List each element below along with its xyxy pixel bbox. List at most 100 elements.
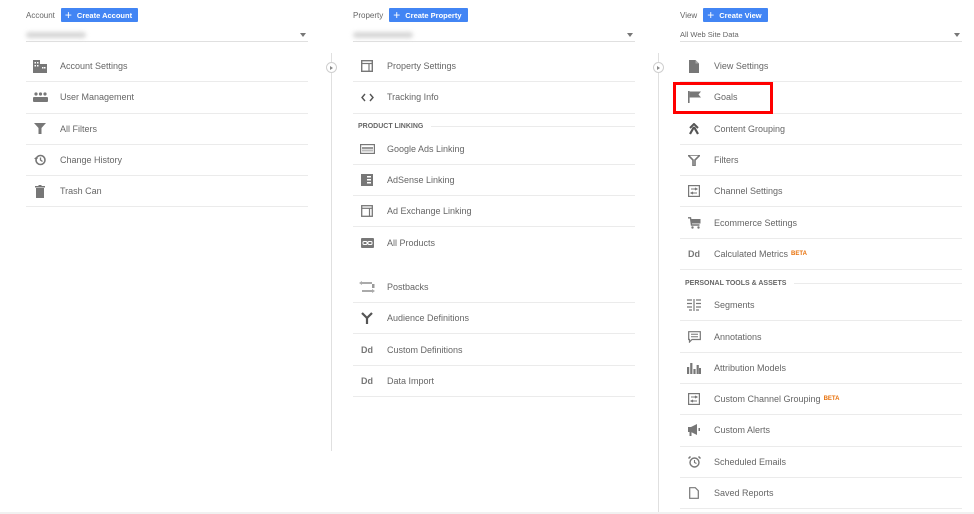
ad-exchange-icon (359, 204, 375, 218)
account-settings-label: Account Settings (60, 61, 128, 72)
postbacks-icon (359, 280, 375, 294)
channel-settings-item[interactable]: Channel Settings (680, 176, 962, 208)
audience-definitions-item[interactable]: Audience Definitions (353, 303, 635, 335)
property-settings-label: Property Settings (387, 61, 457, 72)
user-management-label: User Management (60, 92, 135, 103)
view-selected-value: All Web Site Data (680, 30, 739, 39)
file-icon (686, 486, 702, 500)
ads-icon (359, 142, 375, 156)
beta-badge: BETA (791, 250, 807, 257)
custom-definitions-item[interactable]: Dd Custom Definitions (353, 334, 635, 366)
dd-icon: Dd (361, 375, 373, 386)
goals-label: Goals (714, 92, 738, 103)
filters-label: Filters (714, 155, 739, 166)
google-ads-linking-label: Google Ads Linking (387, 143, 465, 154)
segments-label: Segments (714, 300, 755, 311)
dd-icon: Dd (688, 248, 700, 259)
channel-settings-label: Channel Settings (714, 186, 783, 197)
ad-exchange-linking-item[interactable]: Ad Exchange Linking (353, 196, 635, 228)
saved-reports-item[interactable]: Saved Reports (680, 478, 962, 510)
view-header: View + Create View (680, 0, 962, 30)
user-management-item[interactable]: User Management (26, 82, 308, 114)
create-property-button[interactable]: + Create Property (389, 8, 468, 22)
dd-icon: Dd (361, 344, 373, 355)
custom-channel-grouping-item[interactable]: Custom Channel Grouping BETA (680, 384, 962, 416)
chevron-down-icon (954, 32, 960, 37)
create-account-button[interactable]: + Create Account (60, 8, 139, 22)
flag-icon (686, 90, 702, 104)
all-products-item[interactable]: All Products (353, 227, 635, 258)
ecommerce-settings-item[interactable]: Ecommerce Settings (680, 207, 962, 239)
saved-reports-label: Saved Reports (714, 488, 774, 498)
data-import-item[interactable]: Dd Data Import (353, 366, 635, 397)
code-icon (359, 90, 375, 104)
bar-chart-icon (686, 361, 702, 375)
annotation-icon (686, 330, 702, 344)
product-linking-heading: PRODUCT LINKING (353, 120, 635, 134)
view-selector[interactable]: All Web Site Data (680, 28, 962, 42)
calculated-metrics-label: Calculated Metrics (714, 248, 789, 259)
plus-icon: + (64, 8, 72, 22)
property-header: Property + Create Property (353, 0, 635, 30)
account-settings-item[interactable]: Account Settings (26, 51, 308, 83)
property-label: Property (353, 10, 384, 20)
adsense-linking-item[interactable]: AdSense Linking (353, 165, 635, 197)
change-history-item[interactable]: Change History (26, 145, 308, 177)
audience-definitions-label: Audience Definitions (387, 313, 470, 324)
building-icon (32, 59, 48, 73)
adsense-icon (359, 173, 375, 187)
google-ads-linking-item[interactable]: Google Ads Linking (353, 134, 635, 165)
trash-can-label: Trash Can (60, 186, 102, 197)
all-filters-item[interactable]: All Filters (26, 114, 308, 145)
property-selected-value-redacted (353, 31, 413, 38)
cart-icon (686, 216, 702, 230)
data-import-label: Data Import (387, 375, 435, 386)
ad-exchange-linking-label: Ad Exchange Linking (387, 206, 472, 217)
annotations-label: Annotations (714, 331, 762, 342)
filters-item[interactable]: Filters (680, 145, 962, 177)
property-column: Property + Create Property Property Setti… (353, 0, 635, 397)
account-selector[interactable] (26, 28, 308, 42)
content-grouping-item[interactable]: Content Grouping (680, 114, 962, 145)
segments-item[interactable]: Segments (680, 290, 962, 322)
annotations-item[interactable]: Annotations (680, 321, 962, 353)
scheduled-emails-label: Scheduled Emails (714, 456, 787, 467)
calculated-metrics-item[interactable]: Dd Calculated Metrics BETA (680, 239, 962, 271)
goals-item[interactable]: Goals (680, 82, 962, 114)
view-settings-item[interactable]: View Settings (680, 51, 962, 83)
chevron-down-icon (300, 32, 306, 37)
adsense-linking-label: AdSense Linking (387, 175, 455, 186)
custom-definitions-label: Custom Definitions (387, 344, 463, 355)
tracking-info-item[interactable]: Tracking Info (353, 82, 635, 114)
filter-icon (32, 122, 48, 136)
all-products-label: All Products (387, 238, 436, 249)
segments-icon (686, 298, 702, 312)
scheduled-emails-item[interactable]: Scheduled Emails (680, 447, 962, 478)
postbacks-label: Postbacks (387, 281, 429, 292)
personal-tools-heading: PERSONAL TOOLS & ASSETS (680, 276, 962, 290)
document-icon (686, 59, 702, 73)
account-header: Account + Create Account (26, 0, 308, 30)
property-selector[interactable] (353, 28, 635, 42)
account-selected-value-redacted (26, 31, 86, 38)
custom-alerts-item[interactable]: Custom Alerts (680, 415, 962, 447)
ecommerce-settings-label: Ecommerce Settings (714, 217, 798, 228)
channel-icon (686, 392, 702, 406)
filter-icon (686, 153, 702, 167)
property-connector-arrow-icon (326, 62, 337, 73)
megaphone-icon (686, 423, 702, 437)
content-grouping-icon (686, 122, 702, 136)
trash-icon (32, 184, 48, 198)
property-settings-item[interactable]: Property Settings (353, 51, 635, 83)
attribution-models-item[interactable]: Attribution Models (680, 353, 962, 384)
window-icon (359, 59, 375, 73)
postbacks-item[interactable]: Postbacks (353, 272, 635, 304)
plus-icon: + (707, 8, 715, 22)
beta-badge: BETA (823, 396, 840, 403)
trash-can-item[interactable]: Trash Can (26, 176, 308, 208)
audience-icon (359, 311, 375, 325)
view-connector-line (658, 53, 659, 514)
people-icon (32, 90, 48, 104)
view-label: View (680, 10, 698, 20)
create-view-button[interactable]: + Create View (703, 8, 768, 22)
